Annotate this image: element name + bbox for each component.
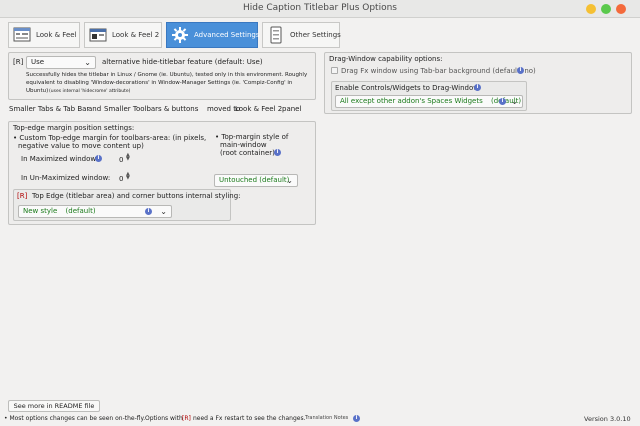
footer-note-options-with: Options with [145, 415, 183, 422]
version-label: Version 3.0.10 [584, 415, 631, 423]
corner-styling-info-icon[interactable]: i [145, 208, 152, 215]
hide-feature-select-value: Use [31, 58, 45, 66]
top-edge-panel: Top-edge margin position settings: • Cus… [8, 121, 316, 225]
tab-advanced-settings-label: Advanced Settings [194, 31, 260, 39]
controls-drag-panel: Enable Controls/Widgets to Drag-Window i… [331, 81, 527, 111]
chevron-down-icon: ⌄ [511, 97, 518, 106]
tab-other-settings-label: Other Settings [290, 31, 341, 39]
hide-feature-desc-note: (uses internal 'hidecrome' attribute) [49, 89, 131, 94]
moved-note-target: Look & Feel 2 [235, 105, 283, 113]
controls-drag-select-value: All except other addon's Spaces Widgets [340, 97, 483, 105]
minimize-button[interactable] [586, 4, 596, 14]
top-margin-style-line-3: (root container). [220, 149, 278, 157]
hide-feature-desc-1: Successfully hides the titlebar in Linux… [26, 72, 308, 78]
footer-note-suffix: need a Fx restart to see the changes. [193, 415, 306, 422]
hide-feature-desc-2: equivalent to disabling 'Window-decorati… [26, 80, 293, 86]
tab-look-feel-label: Look & Feel [36, 31, 77, 39]
top-margin-style-select-value: Untouched (default) [219, 176, 290, 184]
chevron-down-icon: ⌄ [160, 207, 167, 216]
moved-note-and: and [88, 105, 102, 113]
top-margin-style-line-2: main-window [220, 141, 267, 149]
close-button[interactable] [616, 4, 626, 14]
custom-margin-line-2: negative value to move content up) [18, 142, 144, 150]
controls-drag-select[interactable]: All except other addon's Spaces Widgets … [335, 95, 523, 108]
moved-note-panel: panel [282, 105, 302, 113]
drag-window-panel: Drag-Window capability options: Drag Fx … [324, 52, 632, 114]
tab-other-settings[interactable]: Other Settings [262, 22, 341, 48]
drag-fx-label: Drag Fx window using Tab-bar background … [341, 67, 536, 75]
top-edge-heading: Top-edge margin position settings: [13, 124, 135, 132]
maximized-stepper-icon[interactable]: ▲ ▼ [126, 153, 130, 162]
moved-note-item-a: Smaller Tabs & Tab Bar [9, 105, 90, 113]
maximized-info-icon[interactable]: i [95, 155, 102, 162]
maximized-input[interactable]: 0 [119, 156, 123, 164]
drag-fx-checkbox[interactable] [331, 67, 338, 74]
translation-notes-link[interactable]: Translation Notes [305, 415, 348, 421]
custom-margin-line-1: • Custom Top-edge margin for toolbars-ar… [13, 134, 207, 142]
footer-note-tag: [R] [182, 415, 191, 422]
footer-bar: • Most options changes can be seen on-th… [0, 413, 640, 425]
corner-styling-label: Top Edge (titlebar area) and corner butt… [32, 192, 241, 200]
unmaximized-stepper-icon[interactable]: ▲ ▼ [126, 172, 130, 181]
window-title: Hide Caption Titlebar Plus Options [243, 3, 397, 13]
look-feel-2-icon [89, 26, 107, 44]
hide-feature-desc-3: Ubuntu) [26, 88, 49, 94]
maximized-label: In Maximized window: [21, 155, 99, 163]
chevron-down-icon: ⌄ [286, 176, 293, 185]
footer-note-prefix: • Most options changes can be seen on-th… [4, 415, 146, 422]
corner-restart-tag: [R] [17, 192, 28, 200]
maximize-button[interactable] [601, 4, 611, 14]
corner-styling-select[interactable]: New style (default) i ⌄ [18, 205, 172, 218]
hide-feature-select[interactable]: Use ⌄ [26, 56, 96, 69]
top-margin-style-line-1: • Top-margin style of [215, 133, 289, 141]
unmaximized-input[interactable]: 0 [119, 175, 123, 183]
hide-feature-label: alternative hide-titlebar feature (defau… [102, 58, 263, 66]
unmaximized-label: In Un-Maximized window: [21, 174, 111, 182]
gear-icon [171, 26, 189, 44]
settings-tabs: Look & Feel Look & Feel 2 Advanced Setti… [8, 22, 632, 48]
controls-drag-label: Enable Controls/Widgets to Drag-Window [335, 84, 479, 92]
corner-styling-panel: [R] Top Edge (titlebar area) and corner … [13, 189, 241, 221]
top-margin-style-info-icon[interactable]: i [274, 149, 281, 156]
drag-window-heading: Drag-Window capability options: [329, 55, 443, 63]
restart-tag: [R] [13, 58, 24, 66]
tab-look-feel-2-label: Look & Feel 2 [112, 31, 160, 39]
window-titlebar: Hide Caption Titlebar Plus Options [0, 0, 640, 18]
chevron-down-icon: ⌄ [84, 58, 91, 67]
moved-note: Smaller Tabs & Tab Bar and Smaller Toolb… [8, 105, 316, 115]
tab-advanced-settings[interactable]: Advanced Settings [166, 22, 260, 48]
translation-notes-info-icon[interactable]: i [353, 415, 360, 422]
hide-feature-panel: [R] Use ⌄ alternative hide-titlebar feat… [8, 52, 316, 100]
readme-button[interactable]: See more in README file [8, 400, 100, 412]
moved-note-item-b: Smaller Toolbars & buttons [104, 105, 199, 113]
tab-look-feel-2[interactable]: Look & Feel 2 [84, 22, 162, 48]
corner-styling-select-suffix: (default) [65, 207, 96, 215]
controls-drag-select-info-icon[interactable]: i [499, 98, 506, 105]
corner-styling-select-value: New style [23, 207, 58, 215]
controls-drag-info-icon[interactable]: i [474, 84, 481, 91]
top-margin-style-select[interactable]: Untouched (default) ⌄ [214, 174, 298, 187]
drag-fx-info-icon[interactable]: i [517, 67, 524, 74]
tab-look-feel[interactable]: Look & Feel [8, 22, 80, 48]
other-settings-icon [267, 26, 285, 44]
look-feel-icon [13, 26, 31, 44]
